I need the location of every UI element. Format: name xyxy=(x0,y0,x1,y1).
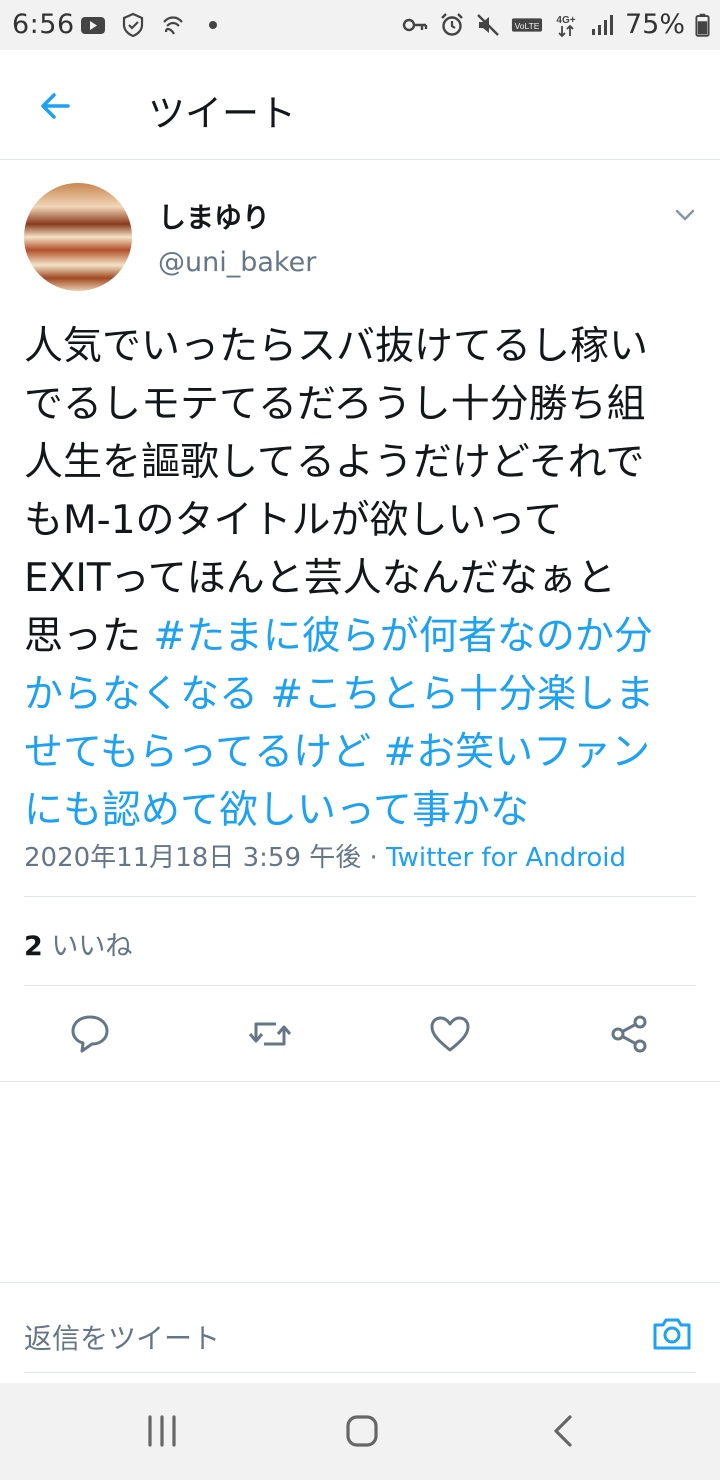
tweet-text-line: 思った #たまに彼らが何者なのか分 xyxy=(24,608,700,666)
status-bar: 6:56 VoLTE 4G+ 75% xyxy=(0,0,720,50)
tweet-text-line: もM-1のタイトルが欲しいって xyxy=(24,492,700,550)
tweet-text: 人気でいったらスバ抜けてるし稼い でるしモテてるだろうし十分勝ち組 人生を謳歌してる… xyxy=(24,318,700,840)
back-arrow-icon[interactable] xyxy=(34,84,78,128)
back-nav-icon[interactable] xyxy=(544,1411,584,1451)
tweet-text-line: からなくなる #こちとら十分楽しま xyxy=(24,666,700,724)
svg-text:VoLTE: VoLTE xyxy=(515,20,540,30)
divider xyxy=(24,985,696,986)
tweet-text-segment: もM-1のタイトルが欲しいって xyxy=(24,498,563,543)
tweet-text-line: EXITってほんと芸人なんだなぁと xyxy=(24,550,700,608)
vpn-key-icon xyxy=(402,18,428,31)
tweet-timestamp: 2020年11月18日 3:59 午後 xyxy=(24,843,362,873)
reply-input[interactable]: 返信をツイート xyxy=(24,1317,220,1357)
tweet-text-line: 人生を謳歌してるようだけどそれで xyxy=(24,434,700,492)
hashtag-link[interactable]: #たまに彼らが何者なのか分 xyxy=(153,614,653,659)
4g-icon: 4G+ xyxy=(556,15,576,37)
likes-summary[interactable]: 2 いいね xyxy=(24,924,132,963)
reply-composer[interactable]: 返信をツイート xyxy=(0,1283,720,1383)
status-time: 6:56 xyxy=(12,9,75,40)
tweet-text-line: せてもらってるけど #お笑いファン xyxy=(24,724,700,782)
divider xyxy=(0,1081,720,1082)
tweet-text-line: でるしモテてるだろうし十分勝ち組 xyxy=(24,376,700,434)
dot-icon xyxy=(209,21,217,29)
svg-text:4G+: 4G+ xyxy=(556,15,575,26)
likes-label: いいね xyxy=(42,931,133,962)
page-title: ツイート xyxy=(148,92,296,135)
reply-icon[interactable] xyxy=(66,1010,114,1058)
tweet-text-segment: EXITってほんと芸人なんだなぁと xyxy=(24,556,616,601)
camera-icon[interactable] xyxy=(650,1311,694,1355)
app-header: ツイート xyxy=(0,50,720,160)
hashtag-link[interactable]: にも認めて欲しいって事かな xyxy=(24,788,529,833)
tweet-text-segment: 人生を謳歌してるようだけどそれで xyxy=(24,440,645,485)
tweet-text-line: 人気でいったらスバ抜けてるし稼い xyxy=(24,318,700,376)
shield-icon xyxy=(122,12,144,38)
like-heart-icon[interactable] xyxy=(426,1010,474,1058)
tweet-text-segment: 思った xyxy=(24,614,154,659)
tweet-text-segment: でるしモテてるだろうし十分勝ち組 xyxy=(24,382,646,427)
home-icon[interactable] xyxy=(342,1411,382,1451)
tweet-source-link[interactable]: Twitter for Android xyxy=(386,843,626,873)
chevron-down-icon[interactable] xyxy=(672,202,698,228)
battery-icon xyxy=(695,13,710,37)
tweet-meta: 2020年11月18日 3:59 午後 · Twitter for Androi… xyxy=(24,837,626,874)
volte-icon: VoLTE xyxy=(511,17,543,32)
hashtag-link[interactable]: からなくなる #こちとら十分楽しま xyxy=(24,672,654,717)
meta-separator: · xyxy=(361,843,387,873)
share-icon[interactable] xyxy=(606,1010,654,1058)
system-nav-bar xyxy=(0,1383,720,1480)
avatar[interactable] xyxy=(24,183,132,291)
divider xyxy=(24,896,696,897)
tweet-text-segment: 人気でいったらスバ抜けてるし稼い xyxy=(24,324,649,369)
recent-apps-icon[interactable] xyxy=(142,1411,182,1451)
hashtag-link[interactable]: せてもらってるけど #お笑いファン xyxy=(24,730,650,775)
wifi-calling-icon xyxy=(163,16,183,35)
youtube-icon xyxy=(81,17,105,34)
likes-count: 2 xyxy=(24,931,43,962)
user-handle[interactable]: @uni_baker xyxy=(158,247,316,278)
divider xyxy=(24,1372,696,1373)
battery-percentage: 75% xyxy=(624,9,685,40)
mute-icon xyxy=(477,13,499,36)
tweet-text-line: にも認めて欲しいって事かな xyxy=(24,782,700,840)
alarm-icon xyxy=(441,12,463,36)
retweet-icon[interactable] xyxy=(246,1010,294,1058)
signal-icon xyxy=(591,14,613,35)
display-name[interactable]: しまゆり xyxy=(158,196,270,236)
